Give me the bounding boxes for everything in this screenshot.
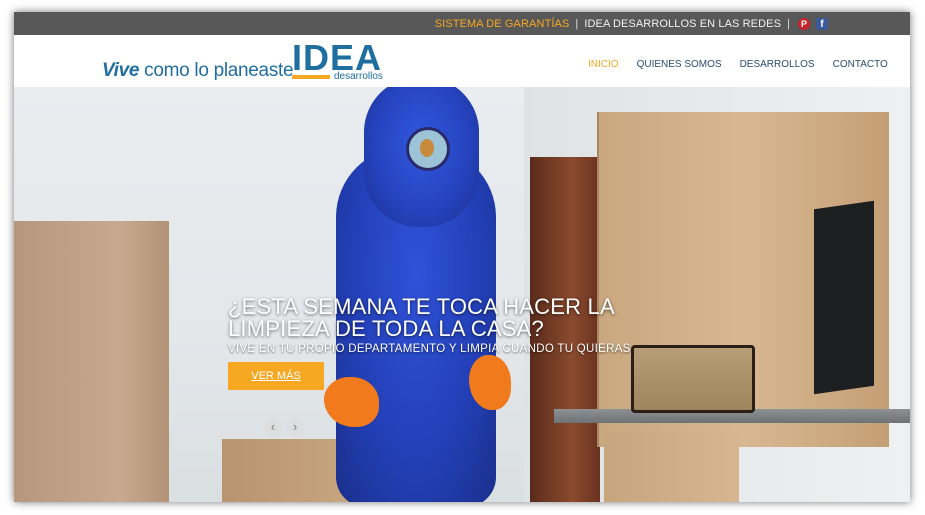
main-nav: INICIO QUIENES SOMOS DESARROLLOS CONTACT… bbox=[588, 59, 906, 70]
separator: | bbox=[787, 17, 790, 30]
facebook-icon[interactable]: f bbox=[816, 17, 828, 30]
slider-prev-arrow-icon[interactable]: ‹ bbox=[264, 418, 282, 436]
hero-slider: ¿ESTA SEMANA TE TOCA HACER LA LIMPIEZA DE… bbox=[14, 87, 910, 502]
tagline-rest: como lo planeaste bbox=[139, 60, 294, 81]
hero-bg-monitor bbox=[814, 200, 874, 395]
tagline: Vive como lo planeaste bbox=[102, 60, 294, 82]
hero-headline: ¿ESTA SEMANA TE TOCA HACER LA LIMPIEZA DE… bbox=[228, 296, 658, 340]
hero-caption: ¿ESTA SEMANA TE TOCA HACER LA LIMPIEZA DE… bbox=[228, 296, 658, 356]
nav-item-desarrollos[interactable]: DESARROLLOS bbox=[740, 59, 815, 70]
hero-headline-line2: LIMPIEZA DE TODA LA CASA? bbox=[228, 316, 544, 341]
warranty-link[interactable]: SISTEMA DE GARANTÍAS bbox=[435, 18, 570, 30]
separator: | bbox=[575, 17, 579, 30]
top-utility-bar: SISTEMA DE GARANTÍAS | IDEA DESARROLLOS … bbox=[14, 12, 910, 35]
logo-accent-bar bbox=[292, 75, 330, 79]
hero-bg-box-left bbox=[14, 221, 169, 502]
ver-mas-button[interactable]: VER MÁS bbox=[228, 362, 324, 390]
nav-item-contacto[interactable]: CONTACTO bbox=[833, 59, 888, 70]
idea-logo[interactable]: IDEA desarrollos bbox=[292, 37, 384, 83]
monster-hand-left bbox=[324, 377, 379, 427]
site-header: Vive como lo planeaste IDEA desarrollos … bbox=[14, 35, 910, 87]
monster-eye bbox=[406, 127, 450, 171]
hero-bg-radio bbox=[631, 345, 755, 413]
hero-bg-box-bottom-right bbox=[604, 432, 739, 502]
slider-next-arrow-icon[interactable]: › bbox=[286, 418, 304, 436]
browser-frame: SISTEMA DE GARANTÍAS | IDEA DESARROLLOS … bbox=[14, 12, 910, 502]
social-networks-label: IDEA DESARROLLOS EN LAS REDES bbox=[584, 17, 782, 30]
nav-item-quienes-somos[interactable]: QUIENES SOMOS bbox=[637, 59, 722, 70]
hero-subhead: VIVE EN TU PROPIO DEPARTAMENTO Y LIMPIA … bbox=[228, 343, 631, 355]
monster-hand-right bbox=[469, 355, 511, 410]
logo-sub-text: desarrollos bbox=[334, 71, 383, 82]
tagline-vive: Vive bbox=[102, 60, 140, 81]
pinterest-icon[interactable]: P bbox=[798, 17, 810, 30]
nav-item-inicio[interactable]: INICIO bbox=[588, 59, 619, 70]
